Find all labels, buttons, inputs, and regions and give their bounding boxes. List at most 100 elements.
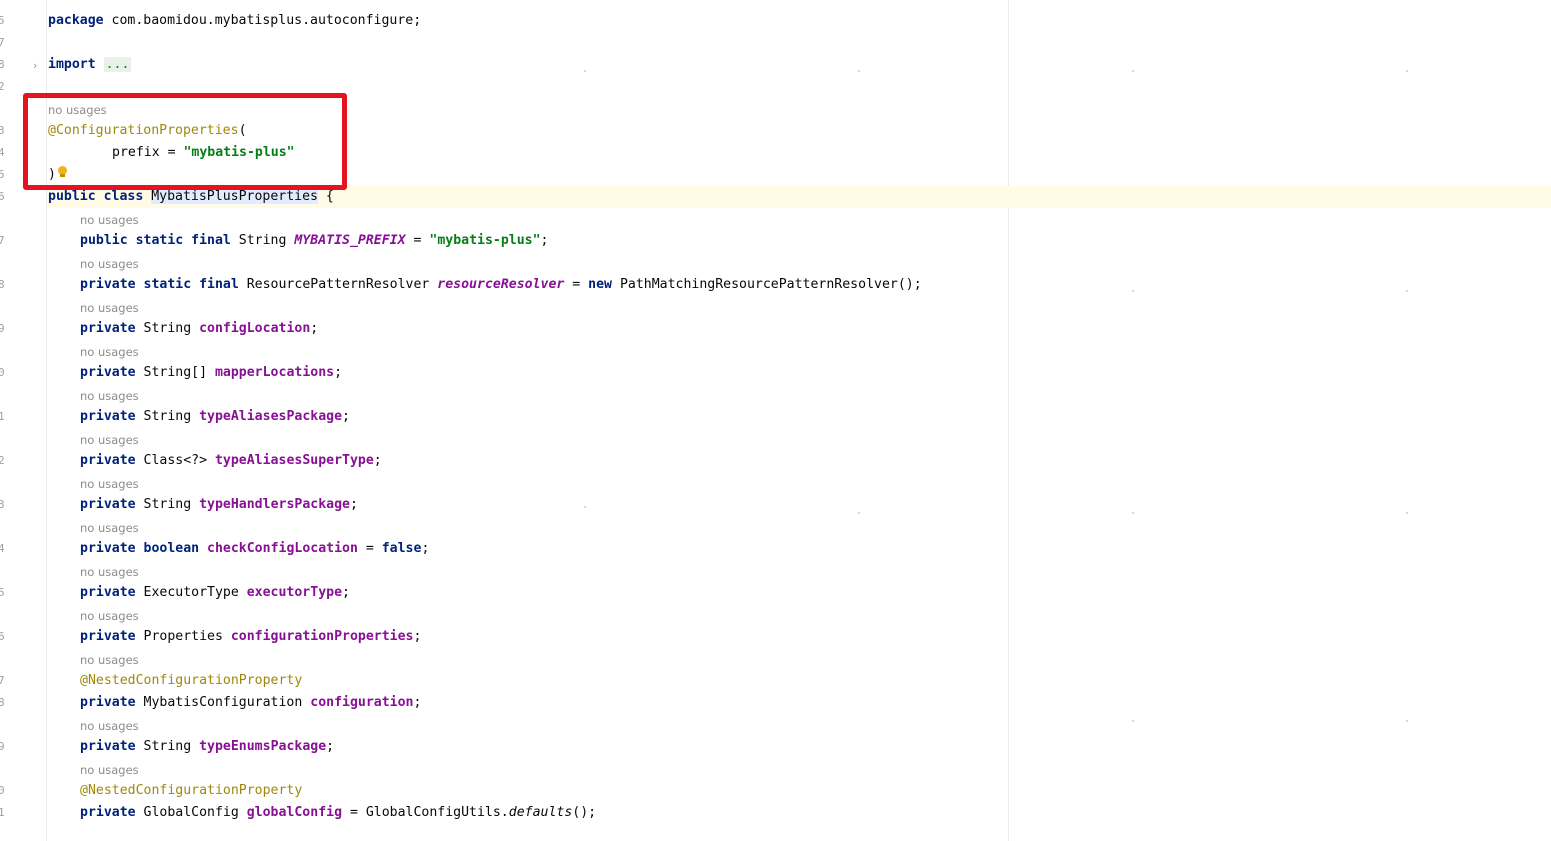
line-number: 8 [0,696,5,709]
field-name: checkConfigLocation [207,541,358,556]
field-line[interactable]: private String typeAliasesPackage; [80,406,350,428]
field-type: ResourcePatternResolver [238,277,438,292]
field-type: String [135,739,200,754]
whitespace-dot [1132,290,1134,292]
usage-hint[interactable]: no usages [80,475,139,493]
folded-imports[interactable]: ... [103,57,132,72]
operator: = GlobalConfigUtils. [342,805,509,820]
field-line[interactable]: private Properties configurationProperti… [80,626,421,648]
method-name: defaults [508,805,573,820]
line-number: 9 [0,322,5,335]
line-number: 4 [0,542,5,555]
modifiers: private [80,321,136,336]
modifiers: private [80,805,136,820]
code-line-nested-annotation[interactable]: @NestedConfigurationProperty [80,780,302,802]
field-name: typeEnumsPackage [199,739,327,754]
usage-hint[interactable]: no usages [80,651,139,669]
terminator: ; [373,453,382,468]
usage-hint[interactable]: no usages [80,761,139,779]
line-number: 1 [0,410,5,423]
terminator: ; [413,629,422,644]
modifiers: private [80,409,136,424]
field-type: String [230,233,295,248]
terminator: ; [349,497,358,512]
annotation-name: @NestedConfigurationProperty [80,673,303,688]
field-line[interactable]: private MybatisConfiguration configurati… [80,692,421,714]
field-line[interactable]: private boolean checkConfigLocation = fa… [80,538,429,560]
field-name: typeHandlersPackage [199,497,350,512]
whitespace-dot [1132,512,1134,514]
whitespace-dot [858,70,860,72]
keyword: false [381,541,422,556]
field-line[interactable]: private GlobalConfig globalConfig = Glob… [80,802,596,824]
field-line[interactable]: private Class<?> typeAliasesSuperType; [80,450,382,472]
line-number: 6 [0,190,5,203]
usage-hint[interactable]: no usages [80,211,139,229]
field-type: String[] [135,365,215,380]
field-type: GlobalConfig [135,805,247,820]
code-line-nested-annotation[interactable]: @NestedConfigurationProperty [80,670,302,692]
line-number: 2 [0,80,5,93]
whitespace-dot [1406,720,1408,722]
usage-hint[interactable]: no usages [80,607,139,625]
field-line[interactable]: private String typeHandlersPackage; [80,494,358,516]
line-number: 5 [0,14,5,27]
keyword: import [48,57,96,72]
keyword: package [48,13,104,28]
field-line[interactable]: private static final ResourcePatternReso… [80,274,922,296]
line-number: 4 [0,146,5,159]
field-line[interactable]: public static final String MYBATIS_PREFI… [80,230,548,252]
terminator: ; [342,409,350,424]
modifiers: private [80,585,136,600]
whitespace-dot [1132,720,1134,722]
string-literal: "mybatis-plus" [429,233,541,248]
terminator: ; [421,541,430,556]
usage-hint[interactable]: no usages [80,299,139,317]
line-number: 7 [0,234,5,247]
field-type: ExecutorType [135,585,247,600]
whitespace-dot [584,70,586,72]
whitespace-dot [584,506,586,508]
line-number: 0 [0,784,5,797]
usage-hint[interactable]: no usages [80,255,139,273]
usage-hint[interactable]: no usages [80,343,139,361]
modifiers: private [80,695,136,710]
modifiers: private [80,453,136,468]
field-name: resourceResolver [437,277,565,292]
operator: = [405,233,430,248]
terminator: ; [326,739,335,754]
field-type: Class<?> [135,453,215,468]
usage-hint[interactable]: no usages [80,431,139,449]
line-number: 5 [0,168,5,181]
field-name: typeAliasesPackage [199,409,343,424]
line-number: 7 [0,36,5,49]
terminator: ; [342,585,350,600]
field-line[interactable]: private String configLocation; [80,318,318,340]
highlight-annotation-box [23,93,347,190]
fold-chevron-icon[interactable]: › [33,59,37,72]
operator: = [357,541,382,556]
modifiers: private [80,629,136,644]
keyword: public class [48,189,144,204]
package-name: com.baomidou.mybatisplus.autoconfigure; [103,13,422,28]
operator: = [564,277,589,292]
field-type: String [135,409,200,424]
field-name: globalConfig [246,805,343,820]
line-number: 8 [0,58,5,71]
usage-hint[interactable]: no usages [80,563,139,581]
modifiers: public static final [80,233,231,248]
field-type [199,541,207,556]
field-line[interactable]: private String typeEnumsPackage; [80,736,334,758]
usage-hint[interactable]: no usages [80,387,139,405]
code-line-import[interactable]: import ... [48,54,132,76]
class-name: MybatisPlusProperties [151,189,318,204]
field-line[interactable]: private String[] mapperLocations; [80,362,342,384]
modifiers: private [80,739,136,754]
usage-hint[interactable]: no usages [80,717,139,735]
field-name: mapperLocations [214,365,335,380]
usage-hint[interactable]: no usages [80,519,139,537]
code-line-package[interactable]: package com.baomidou.mybatisplus.autocon… [48,10,421,32]
field-type: Properties [135,629,231,644]
field-line[interactable]: private ExecutorType executorType; [80,582,350,604]
terminator: ; [413,695,422,710]
